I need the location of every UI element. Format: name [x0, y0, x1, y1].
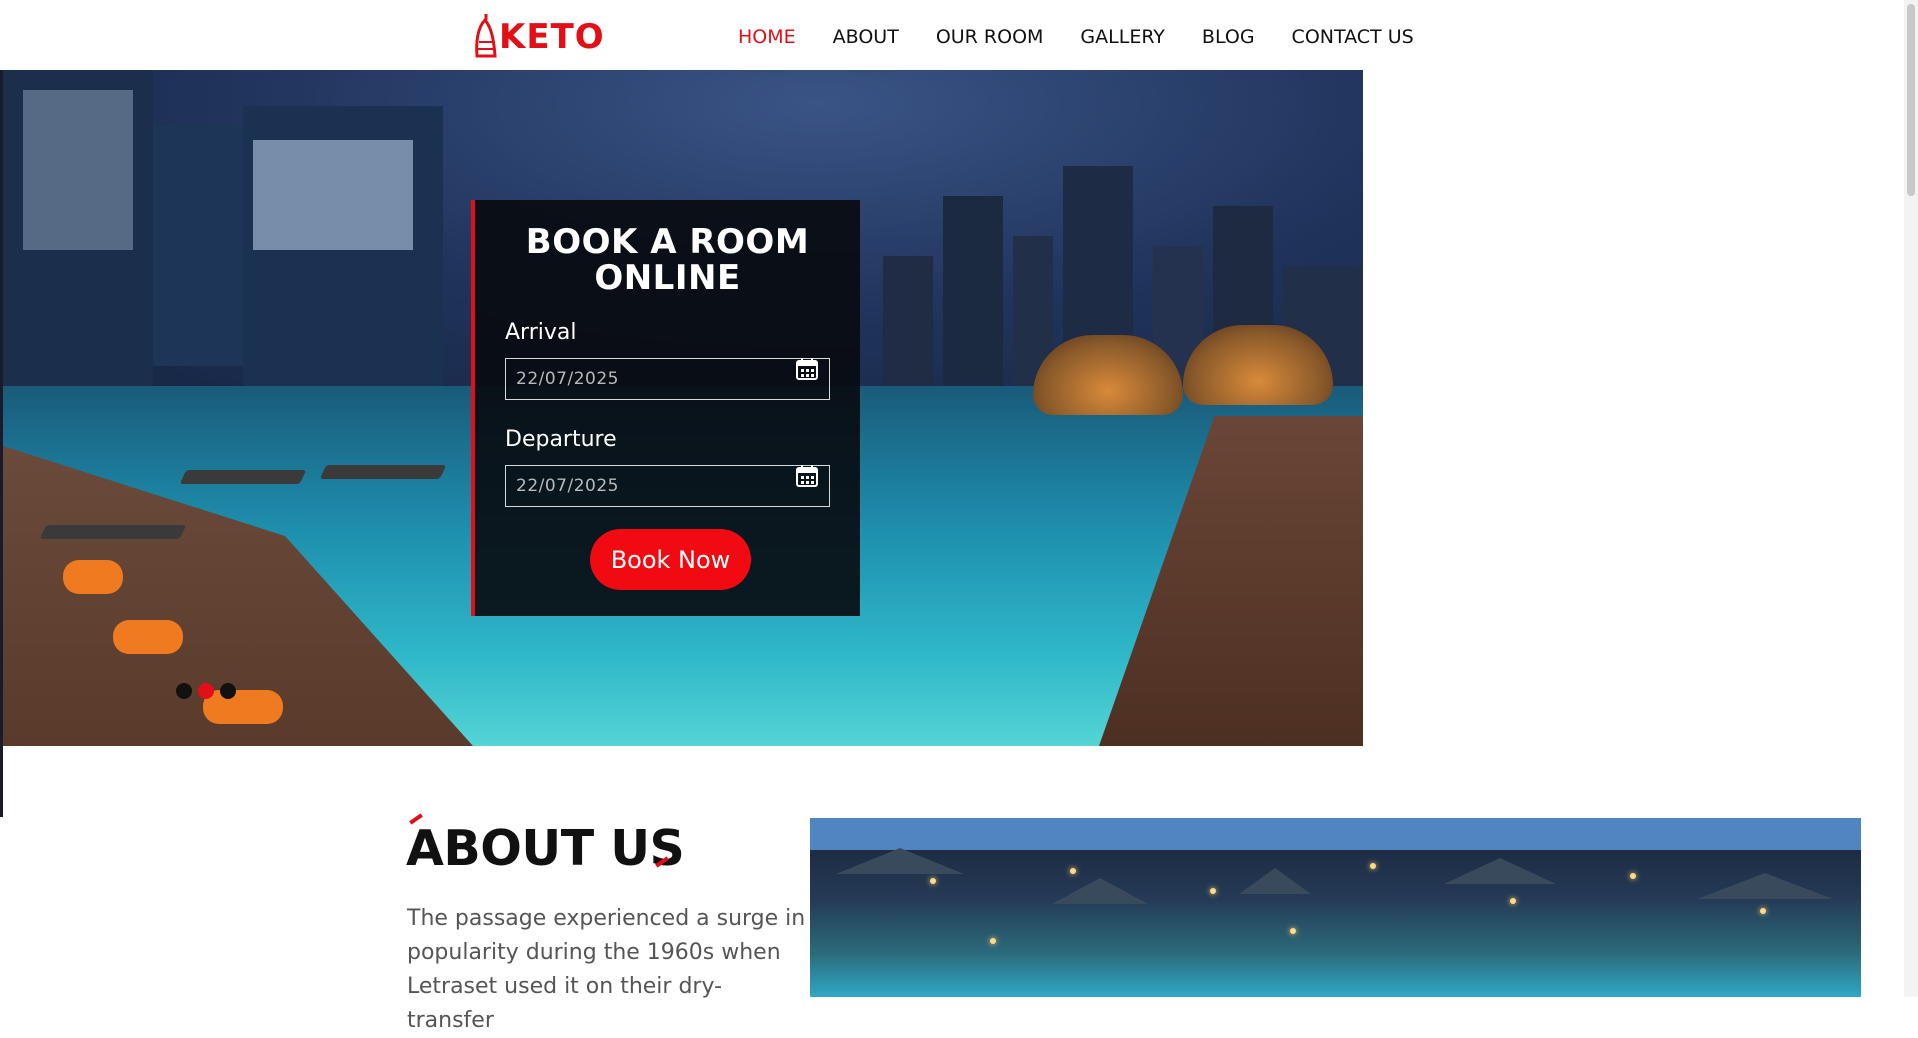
arrival-label: Arrival [505, 320, 577, 345]
light [1510, 898, 1516, 904]
sun-lounger [39, 525, 187, 539]
nav-item-home[interactable]: HOME [738, 26, 796, 48]
building [943, 196, 1003, 416]
sun-lounger [179, 470, 307, 484]
departure-date-input[interactable]: 22/07/2025 [505, 465, 830, 507]
building [153, 126, 243, 366]
roof [1697, 873, 1833, 899]
light [1760, 908, 1766, 914]
departure-label: Departure [505, 427, 617, 452]
scrollbar-thumb[interactable] [1907, 4, 1915, 196]
slider-dot-1[interactable] [176, 683, 192, 699]
tower-logo-icon [475, 14, 497, 58]
lit-windows [253, 140, 413, 250]
arrival-date-value: 22/07/2025 [516, 369, 619, 389]
logo-text: KETO [499, 17, 605, 57]
departure-date-value: 22/07/2025 [516, 476, 619, 496]
about-title: ABOUT US [406, 820, 685, 877]
site-logo[interactable]: KETO [472, 8, 605, 58]
nav-item-contact-us[interactable]: CONTACT US [1292, 26, 1414, 48]
light [1370, 863, 1376, 869]
slider-dot-3[interactable] [220, 683, 236, 699]
arrival-date-input[interactable]: 22/07/2025 [505, 358, 830, 400]
roof [1444, 858, 1556, 884]
calendar-icon[interactable] [795, 357, 819, 381]
orange-towel [63, 560, 123, 594]
main-nav: HOME ABOUT OUR ROOM GALLERY BLOG CONTACT… [738, 26, 1451, 48]
roof [836, 848, 964, 874]
sun-lounger [319, 465, 447, 479]
roof [1052, 878, 1148, 904]
about-text: The passage experienced a surge in popul… [407, 906, 806, 1033]
slider-dot-2[interactable] [198, 683, 214, 699]
nav-item-about[interactable]: ABOUT [833, 26, 899, 48]
light [930, 878, 936, 884]
nav-item-gallery[interactable]: GALLERY [1080, 26, 1165, 48]
light [990, 938, 996, 944]
light [1210, 888, 1216, 894]
nav-item-blog[interactable]: BLOG [1202, 26, 1255, 48]
light [1290, 928, 1296, 934]
booking-title: BOOK A ROOM ONLINE [525, 222, 810, 298]
page-scrollbar[interactable] [1904, 0, 1918, 997]
booking-panel: BOOK A ROOM ONLINE Arrival 22/07/2025 De… [471, 200, 860, 616]
light [1630, 873, 1636, 879]
site-header: KETO HOME ABOUT OUR ROOM GALLERY BLOG CO… [0, 0, 1904, 70]
orange-towel [113, 620, 183, 654]
resort-night-image [810, 818, 1861, 997]
roof [1239, 868, 1311, 894]
book-now-button[interactable]: Book Now [590, 529, 751, 590]
calendar-icon[interactable] [795, 464, 819, 488]
light [1070, 868, 1076, 874]
slider-dots [176, 683, 236, 699]
lit-windows [23, 90, 133, 250]
nav-item-our-room[interactable]: OUR ROOM [936, 26, 1044, 48]
